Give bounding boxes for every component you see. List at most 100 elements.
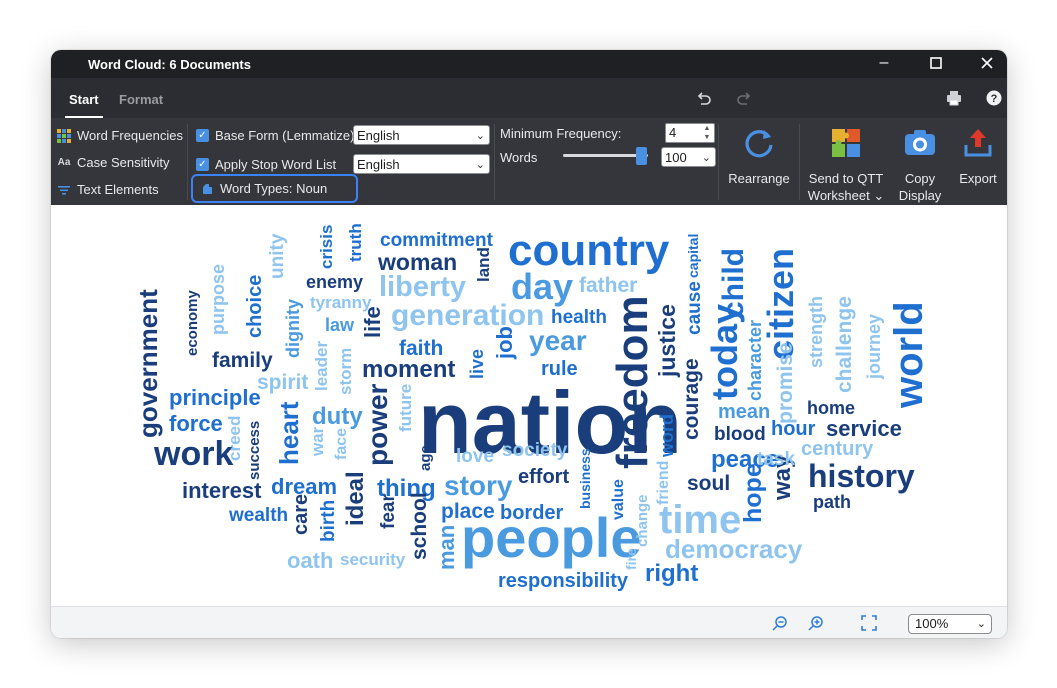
cloud-word-heart[interactable]: heart bbox=[274, 401, 304, 465]
cloud-word-liberty[interactable]: liberty bbox=[379, 273, 466, 302]
cloud-word-truth[interactable]: truth bbox=[346, 223, 365, 262]
cloud-word-live[interactable]: live bbox=[467, 349, 487, 379]
rearrange-button[interactable]: Rearrange bbox=[725, 126, 793, 187]
cloud-word-year[interactable]: year bbox=[529, 327, 587, 355]
undo-icon[interactable] bbox=[695, 90, 713, 108]
redo-icon[interactable] bbox=[735, 90, 753, 108]
cloud-word-mean[interactable]: mean bbox=[718, 402, 770, 422]
cloud-word-word[interactable]: word bbox=[657, 414, 677, 457]
cloud-word-friend[interactable]: friend bbox=[655, 461, 672, 505]
zoom-in-icon[interactable] bbox=[808, 615, 824, 631]
base-form-language-select[interactable]: English ⌄ bbox=[353, 125, 490, 145]
cloud-word-society[interactable]: society bbox=[502, 441, 567, 460]
cloud-word-promise[interactable]: promise bbox=[774, 342, 797, 424]
cloud-word-principle[interactable]: principle bbox=[169, 387, 261, 409]
cloud-word-day[interactable]: day bbox=[511, 269, 573, 305]
cloud-word-crisis[interactable]: crisis bbox=[317, 225, 336, 269]
zoom-out-icon[interactable] bbox=[772, 615, 788, 631]
cloud-word-business[interactable]: business bbox=[577, 448, 593, 509]
word-types-button[interactable]: Word Types: Noun bbox=[191, 174, 358, 203]
cloud-word-woman[interactable]: woman bbox=[378, 251, 457, 274]
cloud-word-democracy[interactable]: democracy bbox=[665, 536, 802, 562]
cloud-word-work[interactable]: work bbox=[154, 437, 233, 471]
cloud-word-birth[interactable]: birth bbox=[318, 500, 339, 542]
cloud-word-care[interactable]: care bbox=[290, 494, 312, 535]
spinner-arrows-icon[interactable]: ▲ ▼ bbox=[701, 124, 713, 142]
cloud-word-government[interactable]: government bbox=[133, 289, 163, 438]
stop-word-language-select[interactable]: English ⌄ bbox=[353, 154, 490, 174]
cloud-word-courage[interactable]: courage bbox=[680, 358, 703, 440]
cloud-word-life[interactable]: life bbox=[360, 306, 385, 338]
cloud-word-security[interactable]: security bbox=[340, 551, 405, 568]
cloud-word-wealth[interactable]: wealth bbox=[229, 506, 288, 525]
cloud-word-man[interactable]: man bbox=[434, 525, 459, 570]
cloud-word-leader[interactable]: leader bbox=[312, 341, 331, 391]
cloud-word-effort[interactable]: effort bbox=[518, 467, 569, 487]
tab-start[interactable]: Start bbox=[65, 92, 103, 118]
cloud-word-child[interactable]: child bbox=[717, 248, 750, 318]
cloud-word-school[interactable]: school bbox=[408, 492, 431, 560]
base-form-checkbox[interactable]: ✓ Base Form (Lemmatize) bbox=[196, 128, 354, 143]
cloud-word-place[interactable]: place bbox=[441, 501, 495, 522]
cloud-word-war[interactable]: war bbox=[308, 427, 327, 456]
cloud-word-hour[interactable]: hour bbox=[771, 419, 815, 439]
cloud-word-power[interactable]: power bbox=[362, 384, 393, 466]
send-to-qtt-button[interactable]: Send to QTT Worksheet ⌄ bbox=[805, 126, 887, 204]
cloud-word-history[interactable]: history bbox=[808, 460, 915, 492]
zoom-level-select[interactable]: 100% ⌄ bbox=[908, 614, 992, 634]
cloud-word-dignity[interactable]: dignity bbox=[283, 299, 303, 358]
cloud-word-interest[interactable]: interest bbox=[182, 480, 261, 502]
minimize-icon[interactable]: – bbox=[861, 50, 907, 78]
cloud-word-health[interactable]: health bbox=[551, 308, 607, 327]
cloud-word-success[interactable]: success bbox=[246, 421, 263, 480]
cloud-word-unity[interactable]: unity bbox=[267, 234, 288, 279]
cloud-word-task[interactable]: task bbox=[757, 450, 795, 469]
cloud-word-service[interactable]: service bbox=[826, 418, 902, 440]
cloud-word-world[interactable]: world bbox=[887, 301, 931, 408]
cloud-word-purpose[interactable]: purpose bbox=[208, 264, 228, 335]
cloud-word-love[interactable]: love bbox=[456, 447, 494, 466]
cloud-word-future[interactable]: future bbox=[396, 384, 415, 432]
help-icon[interactable]: ? bbox=[985, 90, 1003, 108]
cloud-word-today[interactable]: today bbox=[704, 304, 745, 400]
cloud-word-spirit[interactable]: spirit bbox=[257, 372, 308, 393]
maximize-icon[interactable] bbox=[913, 50, 959, 78]
cloud-word-journey[interactable]: journey bbox=[864, 314, 884, 379]
cloud-word-value[interactable]: value bbox=[610, 479, 627, 520]
min-frequency-spinner[interactable]: 4 ▲ ▼ bbox=[665, 123, 715, 143]
fit-screen-icon[interactable] bbox=[861, 615, 877, 631]
cloud-word-soul[interactable]: soul bbox=[687, 473, 730, 494]
cloud-word-cause[interactable]: cause bbox=[684, 281, 705, 335]
close-icon[interactable] bbox=[964, 50, 1007, 78]
cloud-word-age[interactable]: age bbox=[417, 445, 434, 471]
case-sensitivity-button[interactable]: Aa Case Sensitivity bbox=[57, 155, 170, 170]
cloud-word-change[interactable]: change bbox=[634, 494, 651, 547]
cloud-word-ideal[interactable]: ideal bbox=[342, 471, 369, 526]
cloud-word-family[interactable]: family bbox=[212, 350, 273, 371]
cloud-word-freedom[interactable]: freedom bbox=[608, 295, 657, 469]
word-frequencies-button[interactable]: Word Frequencies bbox=[57, 128, 183, 143]
cloud-word-century[interactable]: century bbox=[801, 439, 873, 459]
cloud-word-border[interactable]: border bbox=[500, 503, 563, 523]
cloud-word-oath[interactable]: oath bbox=[287, 550, 333, 572]
cloud-word-blood[interactable]: blood bbox=[714, 425, 766, 444]
cloud-word-fear[interactable]: fear bbox=[378, 494, 399, 529]
cloud-word-responsibility[interactable]: responsibility bbox=[498, 571, 628, 591]
cloud-word-duty[interactable]: duty bbox=[312, 405, 363, 429]
cloud-word-land[interactable]: land bbox=[474, 247, 493, 282]
cloud-word-character[interactable]: character bbox=[745, 320, 765, 401]
cloud-word-hope[interactable]: hope bbox=[739, 463, 767, 523]
export-button[interactable]: Export bbox=[951, 126, 1005, 187]
text-elements-button[interactable]: Text Elements bbox=[57, 182, 159, 197]
apply-stop-checkbox[interactable]: ✓ Apply Stop Word List bbox=[196, 157, 336, 172]
cloud-word-creed[interactable]: creed bbox=[225, 416, 244, 461]
cloud-word-strength[interactable]: strength bbox=[806, 296, 826, 368]
cloud-word-faith[interactable]: faith bbox=[399, 338, 443, 359]
cloud-word-capital[interactable]: capital bbox=[685, 234, 701, 278]
cloud-word-justice[interactable]: justice bbox=[654, 304, 680, 377]
cloud-word-enemy[interactable]: enemy bbox=[306, 273, 363, 291]
cloud-word-challenge[interactable]: challenge bbox=[833, 296, 856, 393]
cloud-word-moment[interactable]: moment bbox=[362, 358, 455, 382]
cloud-word-home[interactable]: home bbox=[807, 399, 855, 417]
cloud-word-choice[interactable]: choice bbox=[244, 275, 266, 338]
